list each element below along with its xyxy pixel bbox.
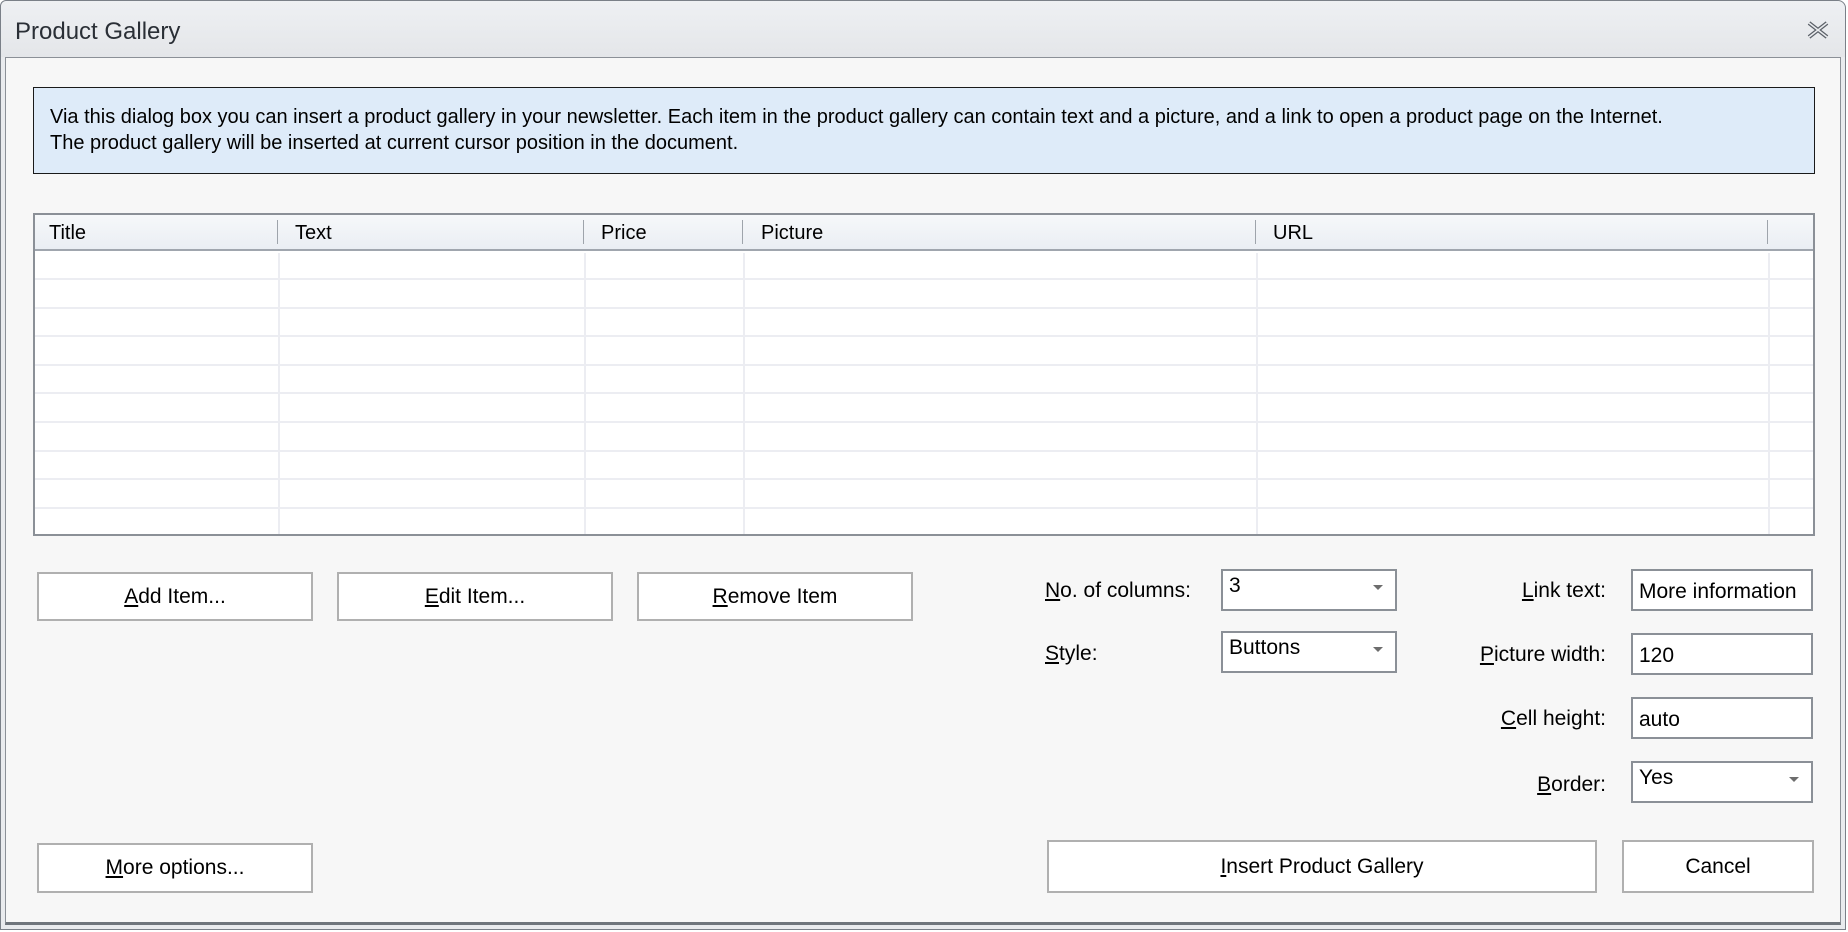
accelerator-key: L [1521, 579, 1534, 602]
column-divider[interactable] [583, 220, 584, 244]
edit-item-button[interactable]: Edit Item... [337, 572, 613, 621]
column-divider[interactable] [1255, 220, 1256, 244]
grid-column-line [1256, 253, 1258, 534]
grid-column-line [584, 253, 586, 534]
label-text: o. of columns: [1060, 579, 1191, 602]
label-text: nsert Product Gallery [1226, 854, 1424, 878]
info-line-2: The product gallery will be inserted at … [50, 132, 739, 154]
product-gallery-dialog: Product Gallery Via this dialog box you … [0, 0, 1846, 930]
remove-item-button[interactable]: Remove Item [637, 572, 913, 621]
border-label: Border: [1441, 773, 1606, 797]
column-header-text[interactable]: Text [295, 221, 332, 245]
label-text: ore options... [123, 856, 245, 879]
chevron-down-icon [1789, 777, 1799, 782]
link-text-input[interactable] [1631, 569, 1813, 611]
add-item-button[interactable]: Add Item... [37, 572, 313, 621]
label-text: order: [1551, 773, 1606, 796]
style-dropdown[interactable]: Buttons [1221, 631, 1397, 673]
table-row[interactable] [35, 395, 1813, 423]
title-bar: Product Gallery [1, 1, 1845, 57]
columns-selected-value: 3 [1229, 574, 1241, 597]
accelerator-key: A [124, 584, 139, 608]
accelerator-key: N [1045, 579, 1061, 602]
insert-product-gallery-button[interactable]: Insert Product Gallery [1047, 840, 1597, 893]
label-text: tyle: [1059, 642, 1098, 665]
columns-label: No. of columns: [1045, 579, 1191, 603]
dialog-title: Product Gallery [15, 18, 181, 45]
grid-header: Title Text Price Picture URL [35, 215, 1813, 251]
cell-height-input[interactable] [1631, 697, 1813, 739]
grid-column-line [1768, 253, 1770, 534]
label-text: dd Item... [138, 584, 226, 608]
accelerator-key: S [1045, 642, 1060, 665]
remove-item-label: Remove Item [713, 585, 838, 609]
accelerator-key: E [424, 584, 439, 608]
cell-height-label: Cell height: [1441, 707, 1606, 731]
style-selected-value: Buttons [1229, 636, 1301, 659]
accelerator-key: B [1537, 773, 1552, 796]
table-row[interactable] [35, 481, 1813, 509]
label-text: icture width: [1493, 643, 1606, 666]
columns-dropdown[interactable]: 3 [1221, 569, 1397, 611]
accelerator-key: P [1479, 643, 1494, 666]
table-row[interactable] [35, 509, 1813, 534]
table-row[interactable] [35, 281, 1813, 309]
accelerator-key: R [712, 584, 728, 608]
grid-column-line [743, 253, 745, 534]
column-header-price[interactable]: Price [601, 221, 647, 245]
picture-width-input[interactable] [1631, 633, 1813, 675]
close-x-icon [1807, 21, 1829, 39]
table-row[interactable] [35, 252, 1813, 280]
add-item-label: Add Item... [124, 585, 226, 609]
border-dropdown[interactable]: Yes [1631, 761, 1813, 803]
border-selected-value: Yes [1639, 766, 1674, 789]
edit-item-label: Edit Item... [425, 585, 525, 609]
more-options-label: More options... [106, 856, 245, 880]
grid-column-line [278, 253, 280, 534]
column-header-picture[interactable]: Picture [761, 221, 823, 245]
table-row[interactable] [35, 338, 1813, 366]
product-items-grid[interactable]: Title Text Price Picture URL [33, 213, 1815, 536]
picture-width-label: Picture width: [1441, 643, 1606, 667]
table-row[interactable] [35, 452, 1813, 481]
label-text: dit Item... [438, 584, 526, 608]
info-box: Via this dialog box you can insert a pro… [33, 87, 1815, 174]
style-label: Style: [1045, 642, 1098, 666]
close-button[interactable] [1803, 17, 1833, 43]
more-options-button[interactable]: More options... [37, 843, 313, 893]
table-row[interactable] [35, 366, 1813, 395]
column-divider[interactable] [1767, 220, 1768, 244]
chevron-down-icon [1373, 585, 1383, 590]
table-row[interactable] [35, 309, 1813, 338]
label-text: ell height: [1516, 707, 1606, 730]
cancel-button[interactable]: Cancel [1622, 840, 1814, 893]
column-divider[interactable] [277, 220, 278, 244]
column-header-url[interactable]: URL [1273, 221, 1313, 245]
accelerator-key: M [105, 856, 124, 879]
accelerator-key: C [1500, 707, 1517, 730]
link-text-label: Link text: [1441, 579, 1606, 603]
label-text: emove Item [727, 584, 838, 608]
table-row[interactable] [35, 424, 1813, 452]
label-text: ink text: [1533, 579, 1606, 602]
info-line-1: Via this dialog box you can insert a pro… [50, 106, 1663, 128]
insert-label: Insert Product Gallery [1220, 855, 1423, 879]
chevron-down-icon [1373, 647, 1383, 652]
column-header-title[interactable]: Title [49, 221, 86, 245]
column-divider[interactable] [742, 220, 743, 244]
